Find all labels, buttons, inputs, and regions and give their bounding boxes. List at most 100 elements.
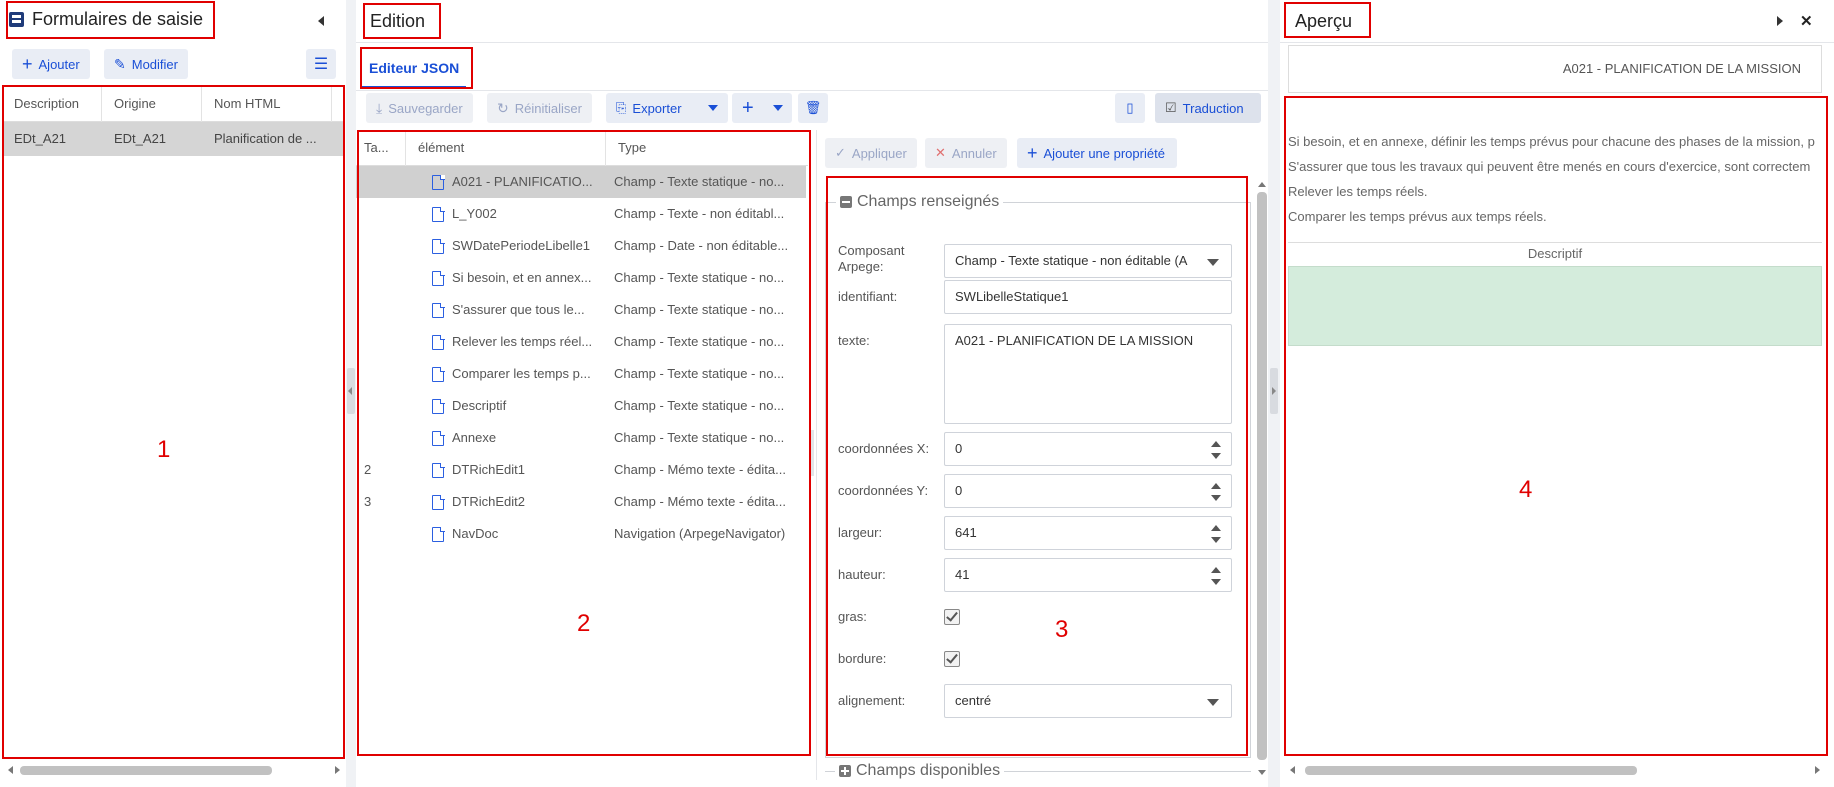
pencil-icon: ✎ — [114, 55, 126, 72]
label-alignement: alignement: — [838, 693, 906, 708]
col-origine[interactable]: Origine — [102, 86, 202, 122]
label-y: coordonnées Y: — [838, 483, 929, 498]
col-type[interactable]: Type — [606, 130, 806, 166]
preview-green-area[interactable] — [1288, 266, 1822, 346]
tree-cell-type: Champ - Texte statique - no... — [614, 302, 785, 317]
cell-description: EDt_A21 — [14, 131, 67, 146]
tree-cell-element: Annexe — [452, 430, 497, 445]
stepper-icon[interactable] — [1211, 525, 1221, 543]
tree-row[interactable]: Annexe Champ - Texte statique - no... — [356, 422, 808, 454]
tree-row[interactable]: SWDatePeriodeLibelle1 Champ - Date - non … — [356, 230, 808, 262]
splitter-left[interactable] — [346, 0, 356, 787]
check-icon: ✓ — [835, 145, 846, 160]
tree-row[interactable]: Comparer les temps p... Champ - Texte sta… — [356, 358, 808, 390]
save-button[interactable]: ⤓ Sauvegarder — [366, 93, 473, 123]
document-icon — [432, 334, 445, 350]
checkbox-icon: ☑ — [1165, 100, 1177, 115]
scroll-right-icon[interactable] — [1815, 766, 1820, 774]
alignement-select[interactable]: centré — [944, 684, 1232, 718]
tree-row[interactable]: Si besoin, et en annex... Champ - Texte s… — [356, 262, 808, 294]
stepper-icon[interactable] — [1211, 483, 1221, 501]
splitter-right[interactable] — [1268, 0, 1280, 787]
preview-descriptif-label: Descriptif — [1288, 242, 1822, 266]
col-nom-html[interactable]: Nom HTML — [202, 86, 332, 122]
gras-checkbox[interactable] — [944, 609, 960, 625]
tree-row[interactable]: 2 DTRichEdit1 Champ - Mémo texte - édita..… — [356, 454, 808, 486]
book-icon: ▯ — [1126, 100, 1134, 115]
bordure-checkbox[interactable] — [944, 651, 960, 667]
cell-nom-html: Planification de ... — [214, 131, 317, 146]
document-icon — [432, 494, 445, 510]
tree-cell-type: Champ - Texte statique - no... — [614, 270, 785, 285]
table-row[interactable]: EDt_A21 EDt_A21 Planification de ... — [2, 122, 344, 156]
apercu-panel: Aperçu ✕ — [1280, 0, 1834, 787]
composant-select[interactable]: Champ - Texte statique - non éditable (A — [944, 244, 1232, 278]
label-identifiant: identifiant: — [838, 289, 898, 304]
add-property-button[interactable]: + Ajouter une propriété — [1017, 138, 1177, 168]
apply-button[interactable]: ✓ Appliquer — [825, 138, 917, 168]
tree-row[interactable]: Relever les temps réel... Champ - Texte s… — [356, 326, 808, 358]
scroll-thumb[interactable] — [1305, 766, 1637, 775]
chevron-down-icon — [708, 105, 718, 111]
tree-rows: A021 - PLANIFICATIO... Champ - Texte stat… — [356, 166, 808, 726]
scroll-left-icon[interactable] — [8, 766, 13, 774]
tree-cell-element: DTRichEdit1 — [452, 462, 525, 477]
hauteur-input[interactable]: 41 — [944, 558, 1232, 592]
left-hscrollbar[interactable] — [4, 763, 344, 777]
tree-cell-element: Comparer les temps p... — [452, 366, 591, 381]
document-icon — [432, 366, 445, 382]
scroll-right-icon[interactable] — [335, 766, 340, 774]
export-button[interactable]: ⎘ Exporter — [606, 93, 728, 123]
stepper-icon[interactable] — [1211, 567, 1221, 585]
plus-icon: + — [1027, 143, 1038, 163]
tree-cell-element: NavDoc — [452, 526, 499, 541]
tree-row[interactable]: NavDoc Navigation (ArpegeNavigator) — [356, 518, 808, 550]
texte-textarea[interactable]: A021 - PLANIFICATION DE LA MISSION — [944, 324, 1232, 424]
close-icon[interactable]: ✕ — [1800, 12, 1813, 30]
edit-form-button[interactable]: ✎ Modifier — [104, 49, 188, 79]
tree-row[interactable]: S'assurer que tous le... Champ - Texte st… — [356, 294, 808, 326]
stepper-icon[interactable] — [1211, 441, 1221, 459]
section-available-header[interactable]: Champs disponibles — [825, 762, 1251, 780]
collapse-left-icon[interactable] — [318, 16, 324, 26]
add-element-button[interactable]: + — [732, 93, 792, 123]
preview-heading-box: A021 - PLANIFICATION DE LA MISSION — [1288, 45, 1822, 93]
translate-toggle[interactable]: ☑ Traduction — [1155, 93, 1261, 123]
scroll-left-icon[interactable] — [1290, 766, 1295, 774]
col-tab[interactable]: Ta... — [356, 130, 406, 166]
largeur-input[interactable]: 641 — [944, 516, 1232, 550]
expand-right-icon[interactable] — [1777, 16, 1783, 26]
preview-text-line: S'assurer que tous les travaux qui peuve… — [1288, 159, 1811, 174]
menu-button[interactable]: ☰ — [306, 49, 336, 79]
tree-row[interactable]: 3 DTRichEdit2 Champ - Mémo texte - édita..… — [356, 486, 808, 518]
tab-editeur-json[interactable]: Editeur JSON — [362, 52, 466, 88]
refresh-icon: ↻ — [497, 99, 509, 116]
book-button[interactable]: ▯ — [1115, 93, 1145, 123]
cancel-button[interactable]: ✕ Annuler — [925, 138, 1007, 168]
annotation-3: 3 — [1055, 616, 1069, 643]
y-input[interactable]: 0 — [944, 474, 1232, 508]
tree-row[interactable]: Descriptif Champ - Texte statique - no... — [356, 390, 808, 422]
tree-row[interactable]: L_Y002 Champ - Texte - non éditabl... — [356, 198, 808, 230]
section-filled-header[interactable]: Champs renseignés — [836, 193, 1004, 211]
forms-table: Description Origine Nom HTML — [2, 86, 344, 122]
tree-cell-type: Navigation (ArpegeNavigator) — [614, 526, 786, 541]
tree-row[interactable]: A021 - PLANIFICATIO... Champ - Texte stat… — [356, 166, 806, 198]
x-input[interactable]: 0 — [944, 432, 1232, 466]
preview-hscrollbar[interactable] — [1285, 763, 1825, 777]
col-description[interactable]: Description — [2, 86, 102, 122]
scroll-thumb[interactable] — [20, 766, 272, 775]
col-element[interactable]: élément — [406, 130, 606, 166]
identifiant-input[interactable]: SWLibelleStatique1 — [944, 280, 1232, 314]
left-panel-title: Formulaires de saisie — [32, 9, 204, 29]
label-gras: gras: — [838, 609, 867, 624]
apercu-title: Aperçu — [1295, 11, 1353, 31]
reset-button[interactable]: ↻ Réinitialiser — [487, 93, 592, 123]
fieldset-filled: Champs renseignés Composant Arpege: Cham… — [825, 193, 1251, 758]
tree-cell-element: SWDatePeriodeLibelle1 — [452, 238, 591, 253]
delete-button[interactable]: 🗑 — [798, 93, 828, 123]
label-x: coordonnées X: — [838, 441, 930, 456]
props-vscrollbar[interactable] — [1255, 180, 1269, 780]
tree-cell-type: Champ - Texte statique - no... — [614, 174, 785, 189]
add-form-button[interactable]: + Ajouter — [12, 49, 90, 79]
